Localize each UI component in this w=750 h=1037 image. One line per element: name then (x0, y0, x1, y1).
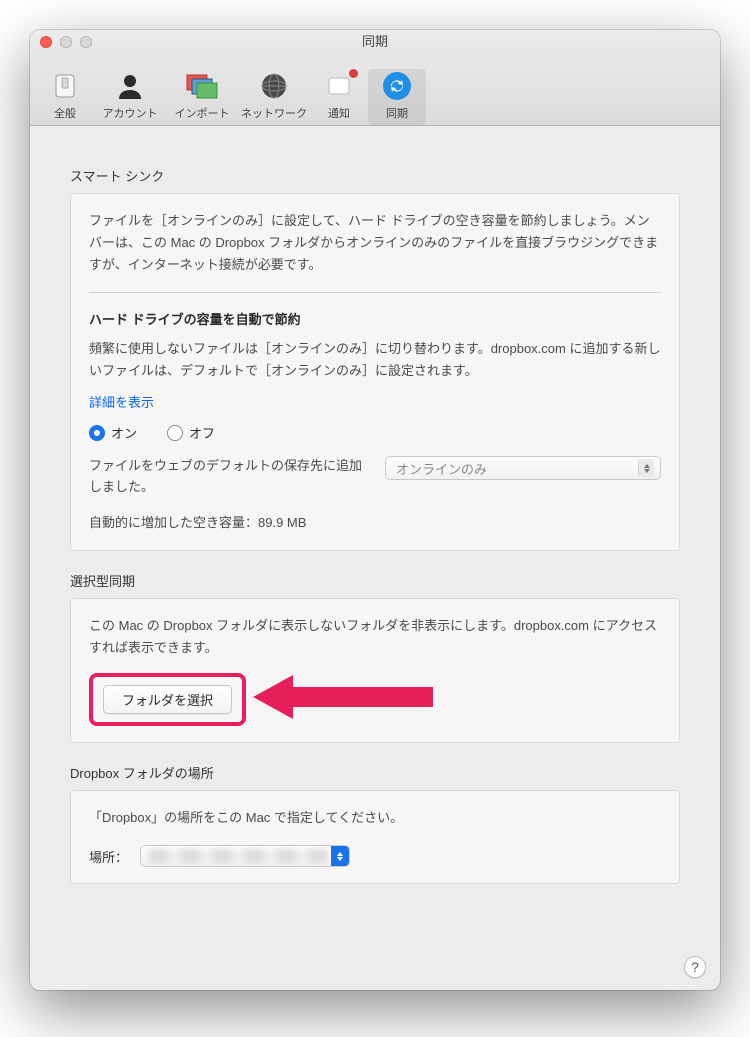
preferences-window: 同期 全般 アカウント インポート (30, 30, 720, 990)
selective-sync-panel: この Mac の Dropbox フォルダに表示しないフォルダを非表示にします。… (70, 598, 680, 743)
select-stepper-icon (331, 846, 349, 866)
tab-label: アカウント (94, 105, 166, 121)
location-value-redacted (149, 849, 327, 863)
tab-label: ネットワーク (238, 105, 310, 121)
smart-sync-intro: ファイルを［オンラインのみ］に設定して、ハード ドライブの空き容量を節約しましょ… (89, 210, 661, 276)
preferences-toolbar: 全般 アカウント インポート ネットワーク (30, 54, 720, 126)
tab-general[interactable]: 全般 (36, 69, 94, 125)
auto-save-desc: 頻繁に使用しないファイルは［オンラインのみ］に切り替わります。dropbox.c… (89, 338, 661, 382)
folder-location-heading: Dropbox フォルダの場所 (70, 763, 680, 782)
sync-pane: スマート シンク ファイルを［オンラインのみ］に設定して、ハード ドライブの空き… (30, 126, 720, 924)
help-button[interactable]: ? (684, 956, 706, 978)
folder-location-panel: 「Dropbox」の場所をこの Mac で指定してください。 場所： (70, 790, 680, 884)
location-select[interactable] (140, 845, 350, 867)
tab-import[interactable]: インポート (166, 69, 238, 125)
window-title: 同期 (30, 30, 720, 54)
auto-save-heading: ハード ドライブの容量を自動で節約 (89, 309, 661, 328)
choose-folders-button[interactable]: フォルダを選択 (103, 685, 232, 714)
details-link[interactable]: 詳細を表示 (89, 392, 154, 411)
tab-label: 同期 (368, 105, 426, 121)
zoom-window-button[interactable] (80, 36, 92, 48)
photos-stack-icon (166, 69, 238, 103)
tab-label: 通知 (310, 105, 368, 121)
window-controls (40, 36, 92, 48)
tab-label: 全般 (36, 105, 94, 121)
tab-network[interactable]: ネットワーク (238, 69, 310, 125)
titlebar: 同期 (30, 30, 720, 54)
tab-account[interactable]: アカウント (94, 69, 166, 125)
radio-unselected-icon (167, 425, 183, 441)
selective-sync-desc: この Mac の Dropbox フォルダに表示しないフォルダを非表示にします。… (89, 615, 661, 659)
radio-off-label: オフ (189, 423, 215, 442)
notification-badge-icon (349, 69, 358, 78)
tab-notifications[interactable]: 通知 (310, 69, 368, 125)
folder-location-desc: 「Dropbox」の場所をこの Mac で指定してください。 (89, 807, 661, 829)
minimize-window-button[interactable] (60, 36, 72, 48)
close-window-button[interactable] (40, 36, 52, 48)
tab-sync[interactable]: 同期 (368, 69, 426, 125)
radio-selected-icon (89, 425, 105, 441)
auto-save-radio-group: オン オフ (89, 423, 661, 442)
radio-on-label: オン (111, 423, 137, 442)
selective-sync-heading: 選択型同期 (70, 571, 680, 590)
switch-icon (36, 69, 94, 103)
radio-off[interactable]: オフ (167, 423, 215, 442)
select-stepper-icon (638, 459, 654, 477)
sync-icon (368, 69, 426, 103)
freed-space-label: 自動的に増加した空き容量： (89, 515, 258, 530)
smart-sync-panel: ファイルを［オンラインのみ］に設定して、ハード ドライブの空き容量を節約しましょ… (70, 193, 680, 551)
default-save-select[interactable]: オンラインのみ (385, 456, 661, 480)
freed-space-value: 89.9 MB (258, 515, 306, 530)
freed-space-row: 自動的に増加した空き容量：89.9 MB (89, 512, 661, 534)
notification-icon (310, 69, 368, 103)
default-save-value: オンラインのみ (396, 459, 487, 478)
divider (89, 292, 661, 293)
smart-sync-heading: スマート シンク (70, 166, 680, 185)
radio-on[interactable]: オン (89, 423, 137, 442)
location-label: 場所： (89, 847, 128, 866)
default-save-label: ファイルをウェブのデフォルトの保存先に追加しました。 (89, 456, 369, 498)
tab-label: インポート (166, 105, 238, 121)
annotation-highlight: フォルダを選択 (89, 673, 246, 726)
person-icon (94, 69, 166, 103)
globe-icon (238, 69, 310, 103)
